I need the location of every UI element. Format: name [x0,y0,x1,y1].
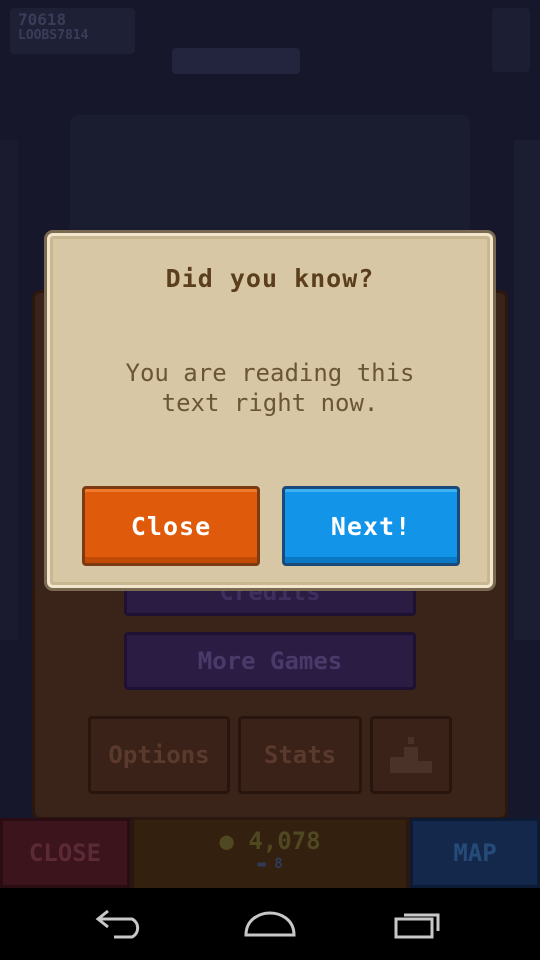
back-button[interactable] [80,888,160,960]
home-icon [244,911,296,937]
gem-value: 8 [274,856,283,872]
stats-button[interactable]: Stats [238,716,362,794]
coin-icon: ● [219,827,234,855]
options-button[interactable]: Options [88,716,230,794]
dialog-title: Did you know? [165,264,375,293]
gold-amount: ● 4,078 [134,826,406,856]
close-button[interactable]: Close [82,486,260,566]
background-panel [70,115,470,245]
top-chip [172,48,300,74]
gem-count: ▬ 8 [134,856,406,872]
leaderboard-button[interactable] [370,716,452,794]
map-button[interactable]: MAP [410,818,540,888]
bottom-close-button[interactable]: CLOSE [0,818,130,888]
side-decor-right [514,140,540,640]
score-subtext: LOOBS7814 [18,28,89,43]
dialog-message: You are reading this text right now. [125,359,415,417]
recents-button[interactable] [380,888,460,960]
system-nav-bar [0,888,540,960]
score-box: 70618 LOOBS7814 [10,8,135,54]
more-games-button[interactable]: More Games [124,632,416,690]
recents-icon [394,913,440,939]
back-icon [95,909,140,939]
gold-value: 4,078 [248,827,321,855]
currency-display: ● 4,078 ▬ 8 [134,820,406,888]
home-button[interactable] [230,888,310,960]
top-right-panel [492,8,530,72]
podium-icon [390,737,432,773]
did-you-know-dialog: Did you know? You are reading this text … [47,233,493,588]
next-button[interactable]: Next! [282,486,460,566]
side-decor-left [0,140,18,640]
score-value: 70618 [18,10,67,29]
gem-icon: ▬ [257,856,266,872]
